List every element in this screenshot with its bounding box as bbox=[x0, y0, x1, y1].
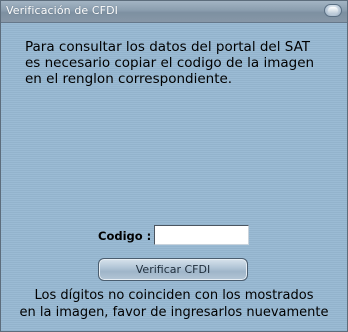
instructions-text: Para consultar los datos del portal del … bbox=[25, 39, 315, 87]
close-icon bbox=[328, 7, 338, 14]
dialog-body: Para consultar los datos del portal del … bbox=[1, 23, 347, 331]
title-bar[interactable]: Verificación de CFDI bbox=[1, 1, 347, 23]
verify-cfdi-button[interactable]: Verificar CFDI bbox=[98, 258, 248, 281]
codigo-input[interactable] bbox=[154, 225, 249, 245]
error-message: Los dígitos no coinciden con los mostrad… bbox=[19, 288, 329, 320]
close-button[interactable] bbox=[324, 4, 342, 17]
codigo-label: Codigo : bbox=[98, 229, 152, 243]
cfdi-verification-dialog: Verificación de CFDI Para consultar los … bbox=[0, 0, 348, 332]
window-title: Verificación de CFDI bbox=[6, 4, 119, 17]
